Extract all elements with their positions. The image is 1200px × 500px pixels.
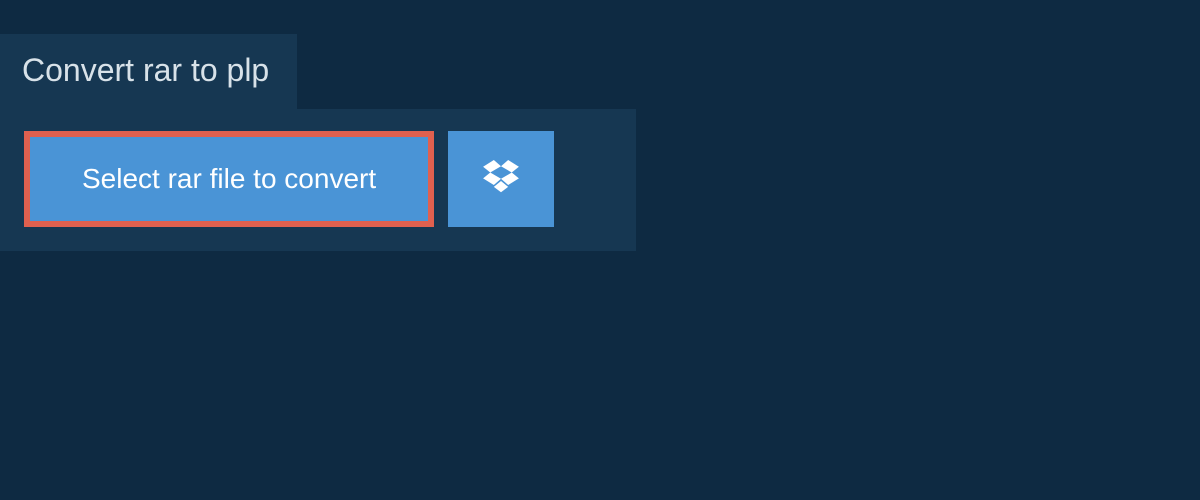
select-file-button[interactable]: Select rar file to convert: [24, 131, 434, 227]
dropbox-button[interactable]: [448, 131, 554, 227]
page-title-tab: Convert rar to plp: [0, 34, 297, 109]
page-title: Convert rar to plp: [22, 52, 269, 88]
upload-panel: Select rar file to convert: [0, 109, 636, 251]
select-file-label: Select rar file to convert: [82, 163, 376, 195]
dropbox-icon: [483, 160, 519, 199]
